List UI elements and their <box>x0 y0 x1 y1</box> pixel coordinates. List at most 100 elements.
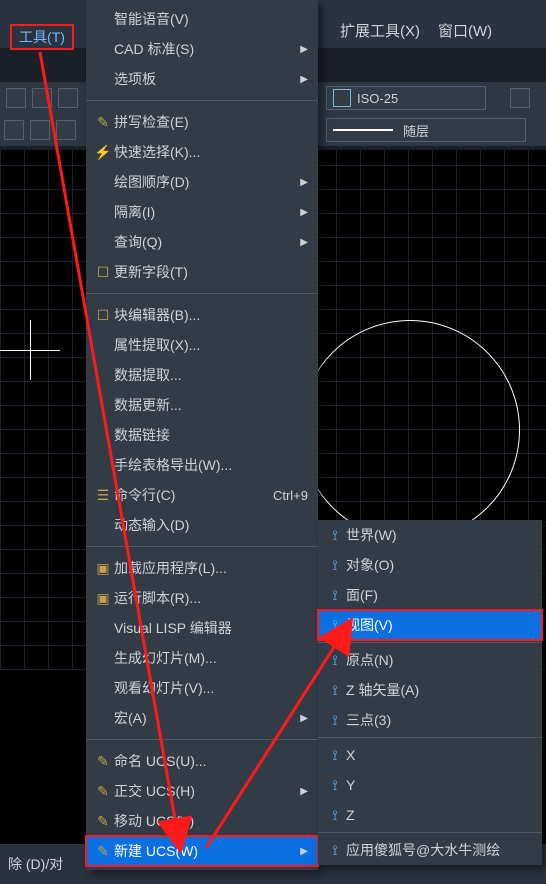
item-icon: ▣ <box>92 590 114 607</box>
toolbar-icon[interactable] <box>58 88 78 108</box>
menu-ext-tools[interactable]: 扩展工具(X) <box>340 20 420 41</box>
top-menu-row: 扩展工具(X) 窗口(W) <box>340 20 492 41</box>
linetype-select[interactable]: 随层 <box>326 118 526 142</box>
submenu-arrow-icon: ▶ <box>300 237 308 248</box>
menu-item[interactable]: CAD 标准(S) ▶ <box>86 34 318 64</box>
menu-item[interactable]: 宏(A)▶ <box>86 703 318 733</box>
submenu-arrow-icon: ▶ <box>300 786 308 797</box>
tools-menu-label: 工具(T) <box>19 27 65 47</box>
item-icon: ☰ <box>92 487 114 504</box>
item-label: 块编辑器(B)... <box>114 305 308 325</box>
item-label: 对象(O) <box>346 555 532 575</box>
command-line-text: 除 (D)/对 <box>8 854 63 874</box>
item-label: 新建 UCS(W) <box>114 841 300 861</box>
menu-separator <box>86 546 318 547</box>
submenu-arrow-icon: ▶ <box>300 846 308 857</box>
item-icon: ⟟ <box>324 652 346 669</box>
submenu-item[interactable]: ⟟Z <box>318 800 542 830</box>
menu-item[interactable]: 绘图顺序(D)▶ <box>86 167 318 197</box>
item-label: 数据链接 <box>114 425 308 445</box>
item-label: 观看幻灯片(V)... <box>114 678 308 698</box>
crosshair-cursor <box>0 320 60 380</box>
item-label: X <box>346 747 532 763</box>
item-label: 拼写检查(E) <box>114 112 308 132</box>
item-label: 命令行(C) <box>114 485 263 505</box>
item-label: 生成幻灯片(M)... <box>114 648 308 668</box>
item-label: 查询(Q) <box>114 232 300 252</box>
menu-item[interactable]: ▣运行脚本(R)... <box>86 583 318 613</box>
item-icon: ✎ <box>92 114 114 131</box>
submenu-arrow-icon: ▶ <box>300 207 308 218</box>
submenu-item[interactable]: ⟟视图(V) <box>318 610 542 640</box>
item-label: 命名 UCS(U)... <box>114 751 308 771</box>
menu-item[interactable]: ☰命令行(C) Ctrl+9 <box>86 480 318 510</box>
tools-menu: 智能语音(V) CAD 标准(S) ▶ 选项板 ▶ ✎拼写检查(E)⚡快速选择(… <box>86 0 318 870</box>
submenu-item[interactable]: ⟟面(F) <box>318 580 542 610</box>
menu-item[interactable]: ☐更新字段(T) <box>86 257 318 287</box>
submenu-item[interactable]: ⟟对象(O) <box>318 550 542 580</box>
menu-item[interactable]: 生成幻灯片(M)... <box>86 643 318 673</box>
menu-item[interactable]: ✎移动 UCS(V) <box>86 806 318 836</box>
item-label: 动态输入(D) <box>114 515 308 535</box>
item-label: 属性提取(X)... <box>114 335 308 355</box>
item-shortcut: Ctrl+9 <box>273 488 308 503</box>
submenu-item[interactable]: ⟟三点(3) <box>318 705 542 735</box>
dim-style-select[interactable]: ISO-25 <box>326 86 486 110</box>
menu-separator <box>86 739 318 740</box>
item-label: 运行脚本(R)... <box>114 588 308 608</box>
menu-item[interactable]: 查询(Q)▶ <box>86 227 318 257</box>
menu-item[interactable]: ⚡快速选择(K)... <box>86 137 318 167</box>
menu-item[interactable]: ✎命名 UCS(U)... <box>86 746 318 776</box>
menu-item[interactable]: ✎正交 UCS(H)▶ <box>86 776 318 806</box>
new-ucs-submenu: ⟟世界(W)⟟对象(O)⟟面(F)⟟视图(V) ⟟原点(N)⟟Z 轴矢量(A)⟟… <box>318 520 542 865</box>
menu-item[interactable]: ☐块编辑器(B)... <box>86 300 318 330</box>
toolbar-icon[interactable] <box>30 120 50 140</box>
menu-item[interactable]: 观看幻灯片(V)... <box>86 673 318 703</box>
menu-item[interactable]: 属性提取(X)... <box>86 330 318 360</box>
menu-separator <box>318 737 542 738</box>
item-icon: ⟟ <box>324 712 346 729</box>
item-icon: ✎ <box>92 843 114 860</box>
item-icon: ☐ <box>92 264 114 281</box>
menu-item[interactable]: 动态输入(D) <box>86 510 318 540</box>
menu-item[interactable]: 手绘表格导出(W)... <box>86 450 318 480</box>
submenu-item[interactable]: ⟟X <box>318 740 542 770</box>
submenu-item[interactable]: ⟟Y <box>318 770 542 800</box>
menu-window[interactable]: 窗口(W) <box>438 20 492 41</box>
item-label: 视图(V) <box>346 615 532 635</box>
submenu-item-apply[interactable]: ⟟ 应用傻狐号@大水牛测绘 <box>318 835 542 865</box>
item-label: 隔离(I) <box>114 202 300 222</box>
toolbar-icon[interactable] <box>6 88 26 108</box>
item-label: 三点(3) <box>346 710 532 730</box>
submenu-arrow-icon: ▶ <box>300 44 308 55</box>
toolbar-icon[interactable] <box>32 88 52 108</box>
menu-item[interactable]: 选项板 ▶ <box>86 64 318 94</box>
item-label: 快速选择(K)... <box>114 142 308 162</box>
dim-style-label: ISO-25 <box>357 91 398 106</box>
menu-item[interactable]: 数据提取... <box>86 360 318 390</box>
menu-item[interactable]: 数据更新... <box>86 390 318 420</box>
item-icon: ▣ <box>92 560 114 577</box>
menu-item[interactable]: Visual LISP 编辑器 <box>86 613 318 643</box>
submenu-item[interactable]: ⟟原点(N) <box>318 645 542 675</box>
menu-item[interactable]: ✎拼写检查(E) <box>86 107 318 137</box>
toolbar-icon[interactable] <box>56 120 76 140</box>
item-label: 面(F) <box>346 585 532 605</box>
drawn-circle <box>300 320 520 540</box>
menu-item[interactable]: ▣加载应用程序(L)... <box>86 553 318 583</box>
item-icon: ⟟ <box>324 682 346 699</box>
item-icon: ⟟ <box>324 617 346 634</box>
toolbar-icon[interactable] <box>510 88 530 108</box>
menu-item[interactable]: ✎新建 UCS(W)▶ <box>86 836 318 866</box>
tools-menu-button[interactable]: 工具(T) <box>10 24 74 50</box>
dim-icon <box>333 89 351 107</box>
submenu-item[interactable]: ⟟Z 轴矢量(A) <box>318 675 542 705</box>
item-label: 原点(N) <box>346 650 532 670</box>
menu-item[interactable]: 隔离(I)▶ <box>86 197 318 227</box>
menu-item[interactable]: 数据链接 <box>86 420 318 450</box>
item-label: Z <box>346 807 532 823</box>
toolbar-icon[interactable] <box>4 120 24 140</box>
submenu-item[interactable]: ⟟世界(W) <box>318 520 542 550</box>
item-label: Y <box>346 777 532 793</box>
menu-item[interactable]: 智能语音(V) <box>86 4 318 34</box>
